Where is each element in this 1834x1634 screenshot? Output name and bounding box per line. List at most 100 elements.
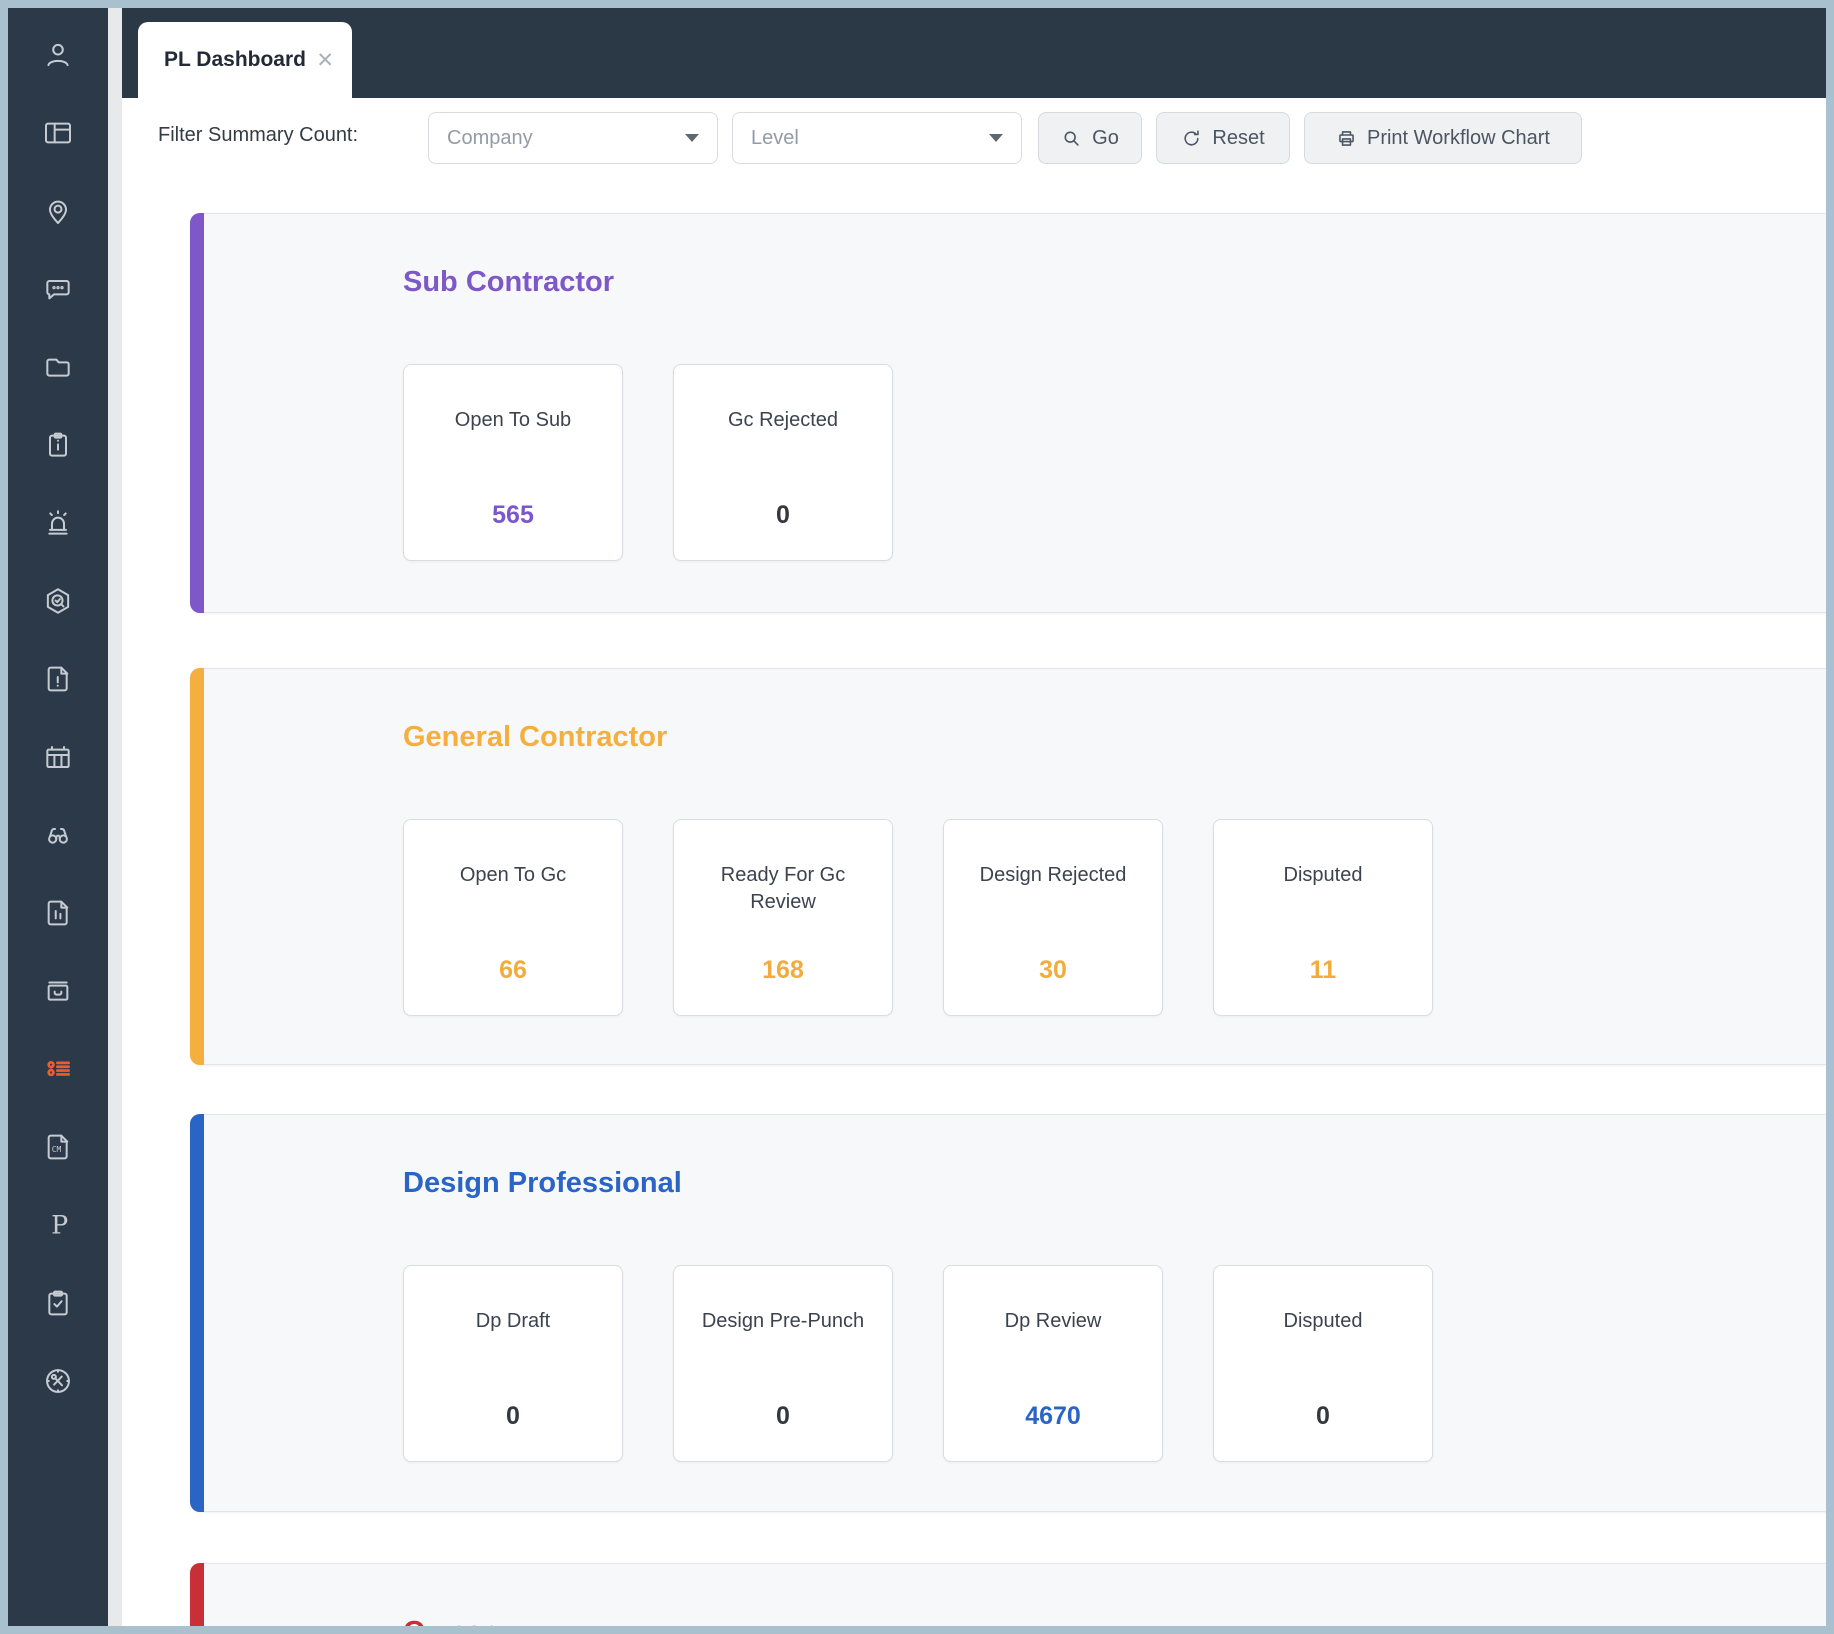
chevron-down-icon [989, 134, 1003, 142]
sidebar-item-layout[interactable] [41, 116, 75, 150]
summary-card-gc-rejected[interactable]: Gc Rejected 0 [673, 364, 893, 561]
card-label: Dp Draft [475, 1310, 551, 1332]
design-professional-accent-bar [190, 1114, 204, 1512]
refresh-icon [1184, 129, 1200, 146]
layout-icon [45, 122, 71, 144]
inbox-icon [47, 981, 69, 1001]
header-bar: PL Dashboard ✕ [122, 8, 1826, 98]
section-title: Sub Contractor [403, 266, 615, 298]
sidebar-item-inbox[interactable] [41, 974, 75, 1008]
sidebar-item-messages[interactable] [41, 272, 75, 306]
summary-card-open-to-gc[interactable]: Open To Gc 66 [403, 819, 623, 1016]
card-label: Open To Sub [454, 409, 572, 431]
sidebar-item-settings-tools[interactable] [41, 1364, 75, 1398]
card-label: Ready For Gc Review [720, 864, 846, 913]
summary-card-disputed[interactable]: Disputed 11 [1213, 819, 1433, 1016]
user-icon [47, 43, 69, 67]
clipboard-check-icon [48, 1290, 68, 1316]
sidebar-item-reports[interactable] [41, 896, 75, 930]
card-label: Disputed [1283, 1310, 1363, 1332]
sidebar-item-issues[interactable] [41, 662, 75, 696]
sidebar-item-locations[interactable] [41, 194, 75, 228]
card-row: Open To Gc 66 Ready For Gc Review 168 De… [403, 819, 1433, 1016]
app-window: CM P PL Dashboard ✕ Filter Summary Count… [0, 0, 1834, 1634]
tab-close-icon[interactable]: ✕ [316, 48, 334, 73]
sub-contractor-accent-bar [190, 213, 204, 613]
chat-icon [46, 280, 70, 300]
search-icon [1064, 131, 1079, 146]
sidebar-item-alerts[interactable] [41, 506, 75, 540]
document-chart-icon [47, 900, 69, 926]
sidebar-item-files[interactable] [41, 350, 75, 384]
svg-text:P: P [51, 1210, 68, 1240]
card-value: 0 [1316, 1402, 1330, 1430]
owner-accent-bar [190, 1563, 204, 1626]
svg-text:CM: CM [52, 1145, 62, 1154]
print-workflow-chart-button[interactable]: Print Workflow Chart [1304, 112, 1582, 164]
summary-card-design-pre-punch[interactable]: Design Pre-Punch 0 [673, 1265, 893, 1462]
filter-summary-label: Filter Summary Count: [158, 124, 359, 146]
tab-pl-dashboard[interactable]: PL Dashboard ✕ [138, 22, 352, 98]
card-value: 0 [776, 501, 790, 529]
map-pin-icon [49, 200, 67, 224]
tools-icon [46, 1369, 70, 1393]
reset-button-label: Reset [1212, 126, 1265, 149]
folder-icon [46, 358, 70, 377]
sidebar-item-user[interactable] [41, 38, 75, 72]
section-title: General Contractor [403, 721, 668, 753]
card-label: Disputed [1283, 864, 1363, 886]
card-value: 30 [1039, 956, 1067, 984]
card-value: 66 [499, 956, 527, 984]
section-design-professional: Design Professional Dp Draft 0 Design Pr… [190, 1114, 1826, 1512]
sidebar-divider [108, 8, 122, 1626]
card-value: 0 [776, 1402, 790, 1430]
printer-icon [1339, 130, 1354, 146]
card-value: 4670 [1025, 1402, 1081, 1430]
company-select[interactable]: Company [428, 112, 718, 164]
sidebar-item-schedule[interactable] [41, 740, 75, 774]
chevron-down-icon [685, 134, 699, 142]
binoculars-icon [48, 827, 68, 844]
sidebar-item-observations[interactable] [41, 818, 75, 852]
sidebar-item-project-info[interactable] [41, 428, 75, 462]
summary-card-open-to-sub[interactable]: Open To Sub 565 [403, 364, 623, 561]
document-alert-icon [47, 666, 69, 692]
summary-card-dp-review[interactable]: Dp Review 4670 [943, 1265, 1163, 1462]
sidebar: CM P [8, 8, 108, 1626]
card-label: Gc Rejected [727, 409, 839, 431]
sidebar-item-procore[interactable]: P [41, 1208, 75, 1242]
hexagon-check-icon [46, 588, 70, 614]
summary-card-design-rejected[interactable]: Design Rejected 30 [943, 819, 1163, 1016]
card-label: Design Rejected [979, 864, 1127, 886]
summary-card-disputed[interactable]: Disputed 0 [1213, 1265, 1433, 1462]
card-value: 565 [492, 501, 534, 529]
reset-button[interactable]: Reset [1156, 112, 1290, 164]
section-owner: Owner [190, 1563, 1826, 1626]
go-button[interactable]: Go [1038, 112, 1142, 164]
section-title: Design Professional [403, 1167, 682, 1199]
sidebar-item-quality[interactable] [41, 584, 75, 618]
filter-bar: Filter Summary Count: Company Level Go R… [122, 98, 1826, 180]
sidebar-item-cm-docs[interactable]: CM [41, 1130, 75, 1164]
card-label: Open To Gc [459, 864, 567, 886]
card-row: Dp Draft 0 Design Pre-Punch 0 Dp Review … [403, 1265, 1433, 1462]
card-value: 11 [1309, 956, 1337, 984]
section-sub-contractor: Sub Contractor Open To Sub 565 Gc Reject… [190, 213, 1826, 613]
sidebar-item-punch-list[interactable] [41, 1052, 75, 1086]
letter-p-icon: P [51, 1210, 68, 1240]
clipboard-info-icon [49, 432, 67, 457]
tab-title: PL Dashboard [164, 48, 306, 71]
calendar-icon [46, 746, 70, 768]
card-label: Dp Review [1004, 1310, 1102, 1332]
alarm-icon [48, 510, 68, 535]
cm-document-icon: CM [47, 1134, 69, 1160]
sidebar-item-tasks[interactable] [41, 1286, 75, 1320]
summary-card-ready-for-gc-review[interactable]: Ready For Gc Review 168 [673, 819, 893, 1016]
summary-card-dp-draft[interactable]: Dp Draft 0 [403, 1265, 623, 1462]
card-value: 0 [506, 1402, 520, 1430]
card-label: Design Pre-Punch [701, 1310, 865, 1332]
section-general-contractor: General Contractor Open To Gc 66 Ready F… [190, 668, 1826, 1065]
card-value: 168 [762, 956, 804, 984]
level-select[interactable]: Level [732, 112, 1022, 164]
section-title: Owner [403, 1616, 493, 1626]
